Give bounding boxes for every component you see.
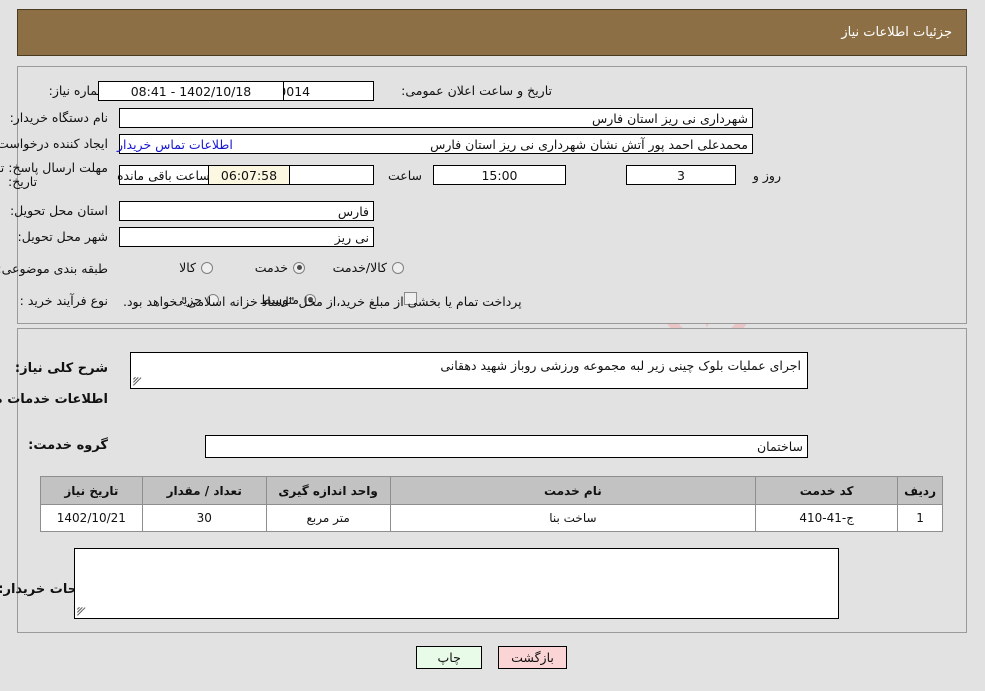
general-description-value: اجرای عملیات بلوک چینی زیر لبه مجموعه ور… xyxy=(441,358,802,373)
td-quantity: 30 xyxy=(142,504,268,532)
radio-kala[interactable] xyxy=(202,261,214,274)
th-need-date: تاریخ نیاز xyxy=(41,476,144,505)
category-label-wrap: طبقه بندی موضوعی: xyxy=(0,261,109,276)
category-option-kala-khedmat[interactable]: کالا/خدمت xyxy=(334,260,405,275)
resize-grip-icon[interactable] xyxy=(134,375,146,387)
print-button[interactable]: چاپ xyxy=(417,646,484,669)
general-description-field-wrap: اجرای عملیات بلوک چینی زیر لبه مجموعه ور… xyxy=(131,352,809,389)
requester-label-wrap: ایجاد کننده درخواست: xyxy=(0,136,109,151)
public-announce-label-wrap: تاریخ و ساعت اعلان عمومی: xyxy=(402,83,553,98)
deadline-label-line1: مهلت ارسال پاسخ: تا xyxy=(0,160,109,175)
th-unit: واحد اندازه گیری xyxy=(266,476,392,505)
category-option-kala[interactable]: کالا xyxy=(180,260,214,275)
buyer-notes-textarea[interactable] xyxy=(75,548,840,619)
th-quantity: تعداد / مقدار xyxy=(142,476,268,505)
deadline-countdown-value: 06:07:58 xyxy=(209,165,291,185)
page-root: AriaTender.net جزئیات اطلاعات نیاز شماره… xyxy=(0,0,985,691)
province-label: استان محل تحویل: xyxy=(10,203,109,218)
province-label-wrap: استان محل تحویل: xyxy=(11,203,109,218)
public-announce-label: تاریخ و ساعت اعلان عمومی: xyxy=(402,83,553,98)
service-group-value: ساختمان xyxy=(206,435,809,458)
category-option-label-0: کالا xyxy=(180,260,197,275)
city-label-wrap: شهر محل تحویل: xyxy=(19,229,109,244)
treasury-note: پرداخت تمام یا بخشی از مبلغ خرید،از محل … xyxy=(124,294,523,309)
general-description-textarea[interactable]: اجرای عملیات بلوک چینی زیر لبه مجموعه ور… xyxy=(131,352,809,389)
buyer-contact-link[interactable]: اطلاعات تماس خریدار xyxy=(118,137,234,152)
td-row-no: 1 xyxy=(898,504,944,532)
purchase-type-label-wrap: نوع فرآیند خرید : xyxy=(21,293,109,308)
category-option-khedmat[interactable]: خدمت xyxy=(256,260,306,275)
services-section-title: اطلاعات خدمات مورد نیاز xyxy=(0,392,109,407)
deadline-label: مهلت ارسال پاسخ: تا تاریخ: xyxy=(0,160,109,190)
need-info-panel xyxy=(18,66,968,324)
th-row-no: ردیف xyxy=(898,476,944,505)
td-service-name: ساخت بنا xyxy=(390,504,758,532)
deadline-hour-label: ساعت xyxy=(388,168,423,183)
back-button[interactable]: بازگشت xyxy=(499,646,568,669)
general-description-label: شرح کلی نیاز: xyxy=(15,361,109,376)
table-row: 1 ج-41-410 ساخت بنا متر مربع 30 1402/10/… xyxy=(41,504,944,532)
td-service-code: ج-41-410 xyxy=(756,504,900,532)
deadline-remaining-label: ساعت باقی مانده xyxy=(118,168,211,183)
purchase-type-label: نوع فرآیند خرید : xyxy=(20,293,109,308)
deadline-label-line2: تاریخ: xyxy=(9,174,39,190)
table-header-row: ردیف کد خدمت نام خدمت واحد اندازه گیری ت… xyxy=(41,476,944,505)
category-option-label-1: خدمت xyxy=(255,260,289,275)
th-service-name: نام خدمت xyxy=(390,476,758,505)
deadline-hour-value: 15:00 xyxy=(434,165,567,185)
deadline-days-value: 3 xyxy=(627,165,737,185)
category-label: طبقه بندی موضوعی: xyxy=(0,261,109,276)
action-buttons: بازگشت چاپ xyxy=(0,646,985,669)
province-value: فارس xyxy=(120,201,375,221)
city-value: نی ریز xyxy=(120,227,375,247)
service-group-label: گروه خدمت: xyxy=(29,438,109,453)
buyer-org-label: نام دستگاه خریدار: xyxy=(10,110,109,125)
td-unit: متر مربع xyxy=(266,504,392,532)
city-label: شهر محل تحویل: xyxy=(18,229,109,244)
services-table: ردیف کد خدمت نام خدمت واحد اندازه گیری ت… xyxy=(41,476,944,532)
buyer-notes-value xyxy=(76,549,839,554)
buyer-org-value: شهرداری نی ریز استان فارس xyxy=(120,108,754,128)
deadline-days-label: روز و xyxy=(753,168,782,183)
buyer-org-label-wrap: نام دستگاه خریدار: xyxy=(11,110,109,125)
radio-kala-khedmat[interactable] xyxy=(393,261,405,274)
resize-grip-icon[interactable] xyxy=(78,605,90,617)
public-announce-value: 08:41 - 1402/10/18 xyxy=(99,81,285,101)
radio-khedmat[interactable] xyxy=(294,261,306,274)
requester-label: ایجاد کننده درخواست: xyxy=(0,136,109,151)
buyer-notes-field-wrap xyxy=(75,548,840,619)
page-header: جزئیات اطلاعات نیاز xyxy=(18,9,968,56)
page-title: جزئیات اطلاعات نیاز xyxy=(842,25,953,40)
category-option-label-2: کالا/خدمت xyxy=(333,260,388,275)
td-need-date: 1402/10/21 xyxy=(41,504,144,532)
th-service-code: کد خدمت xyxy=(756,476,900,505)
